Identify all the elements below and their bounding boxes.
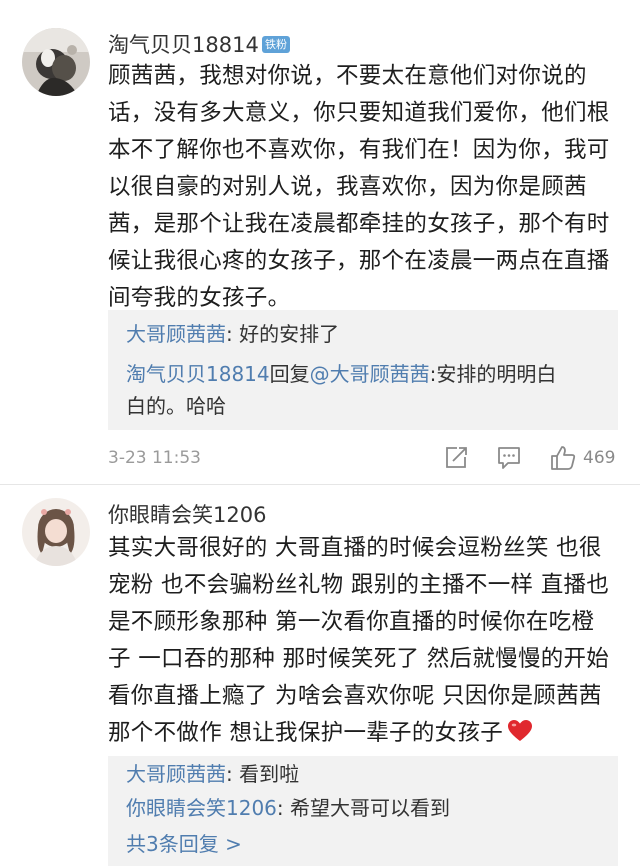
comment-text: 其实大哥很好的 大哥直播的时候会逗粉丝笑 也很 宠粉 也不会骗粉丝礼物 跟别的主… bbox=[108, 530, 620, 752]
reply-item[interactable]: 大哥顾茜茜: 好的安排了 bbox=[126, 318, 606, 351]
comment-text-line: 看你直播上瘾了 为啥会喜欢你呢 只因你是顾茜茜 bbox=[108, 683, 602, 709]
reply-text: 安排的明明白 bbox=[436, 362, 557, 386]
reply-separator: : bbox=[276, 796, 291, 820]
avatar-image bbox=[22, 28, 90, 96]
comment-time: 3-23 11:53 bbox=[108, 448, 201, 468]
comment-text-line: 候让我很心疼的女孩子，那个在凌晨一两点在直播 bbox=[108, 248, 610, 274]
reply-item[interactable]: 大哥顾茜茜: 看到啦 bbox=[126, 758, 606, 791]
reply-mention[interactable]: @大哥顾茜茜 bbox=[310, 362, 430, 386]
heart-icon bbox=[508, 720, 533, 741]
comment-text-line: 是不顾形象那种 第一次看你直播的时候你在吃橙 bbox=[108, 609, 595, 635]
comment-text-line: 宠粉 也不会骗粉丝礼物 跟别的主播不一样 直播也 bbox=[108, 572, 610, 598]
reply-username[interactable]: 大哥顾茜茜 bbox=[126, 322, 226, 346]
username[interactable]: 你眼睛会笑1206 bbox=[108, 502, 266, 528]
share-icon[interactable] bbox=[443, 445, 469, 471]
avatar[interactable] bbox=[22, 498, 90, 566]
reply-separator: : bbox=[226, 762, 240, 786]
comment-text-line-last: 那个不做作 想让我保护一辈子的女孩子 bbox=[108, 715, 620, 752]
reply-text-continued: 白的。哈哈 bbox=[126, 394, 226, 418]
reply-username[interactable]: 淘气贝贝18814 bbox=[126, 362, 270, 386]
comment-text-line: 那个不做作 想让我保护一辈子的女孩子 bbox=[108, 720, 504, 746]
reply-box[interactable]: 大哥顾茜茜: 看到啦 你眼睛会笑1206: 希望大哥可以看到 共3条回复 > bbox=[108, 756, 618, 866]
comment-item: 你眼睛会笑1206 其实大哥很好的 大哥直播的时候会逗粉丝笑 也很 宠粉 也不会… bbox=[0, 486, 640, 866]
comment-text-line: 顾茜茜，我想对你说，不要太在意他们对你说的 bbox=[108, 63, 587, 89]
comment-text: 顾茜茜，我想对你说，不要太在意他们对你说的 话，没有多大意义，你只要知道我们爱你… bbox=[108, 58, 620, 317]
avatar[interactable] bbox=[22, 28, 90, 96]
divider bbox=[0, 484, 640, 485]
fan-badge: 铁粉 bbox=[262, 36, 290, 53]
comment-text-line: 其实大哥很好的 大哥直播的时候会逗粉丝笑 也很 bbox=[108, 535, 602, 561]
avatar-image bbox=[22, 498, 90, 566]
comment-text-line: 茜，是那个让我在凌晨都牵挂的女孩子，那个有时 bbox=[108, 211, 610, 237]
comment-text-line: 话，没有多大意义，你只要知道我们爱你，他们根 bbox=[108, 100, 610, 126]
reply-item[interactable]: 淘气贝贝18814回复@大哥顾茜茜:安排的明明白 bbox=[126, 358, 606, 391]
reply-item[interactable]: 你眼睛会笑1206: 希望大哥可以看到 bbox=[126, 792, 606, 825]
comment-text-line: 以很自豪的对别人说，我喜欢你，因为你是顾茜 bbox=[108, 174, 587, 200]
reply-text: 看到啦 bbox=[239, 762, 300, 786]
reply-action: 回复 bbox=[269, 362, 310, 386]
comment-text-line: 本不了解你也不喜欢你，有我们在！因为你，我可 bbox=[108, 137, 610, 163]
reply-box[interactable]: 大哥顾茜茜: 好的安排了 淘气贝贝18814回复@大哥顾茜茜:安排的明明白 白的… bbox=[108, 310, 618, 430]
reply-text: 好的安排了 bbox=[239, 322, 340, 346]
like-icon[interactable] bbox=[549, 444, 577, 472]
reply-username[interactable]: 大哥顾茜茜 bbox=[126, 762, 226, 786]
username[interactable]: 淘气贝贝18814 bbox=[108, 32, 259, 58]
reply-separator: : bbox=[226, 322, 240, 346]
more-replies-link[interactable]: 共3条回复 > bbox=[126, 828, 606, 861]
comment-item: 淘气贝贝18814 铁粉 顾茜茜，我想对你说，不要太在意他们对你说的 话，没有多… bbox=[0, 0, 640, 486]
reply-username[interactable]: 你眼睛会笑1206 bbox=[126, 796, 277, 820]
reply-text: 希望大哥可以看到 bbox=[290, 796, 451, 820]
comment-text-line: 子 一口吞的那种 那时候笑死了 然后就慢慢的开始 bbox=[108, 646, 610, 672]
like-count: 469 bbox=[583, 448, 616, 468]
comment-icon[interactable] bbox=[496, 445, 522, 471]
